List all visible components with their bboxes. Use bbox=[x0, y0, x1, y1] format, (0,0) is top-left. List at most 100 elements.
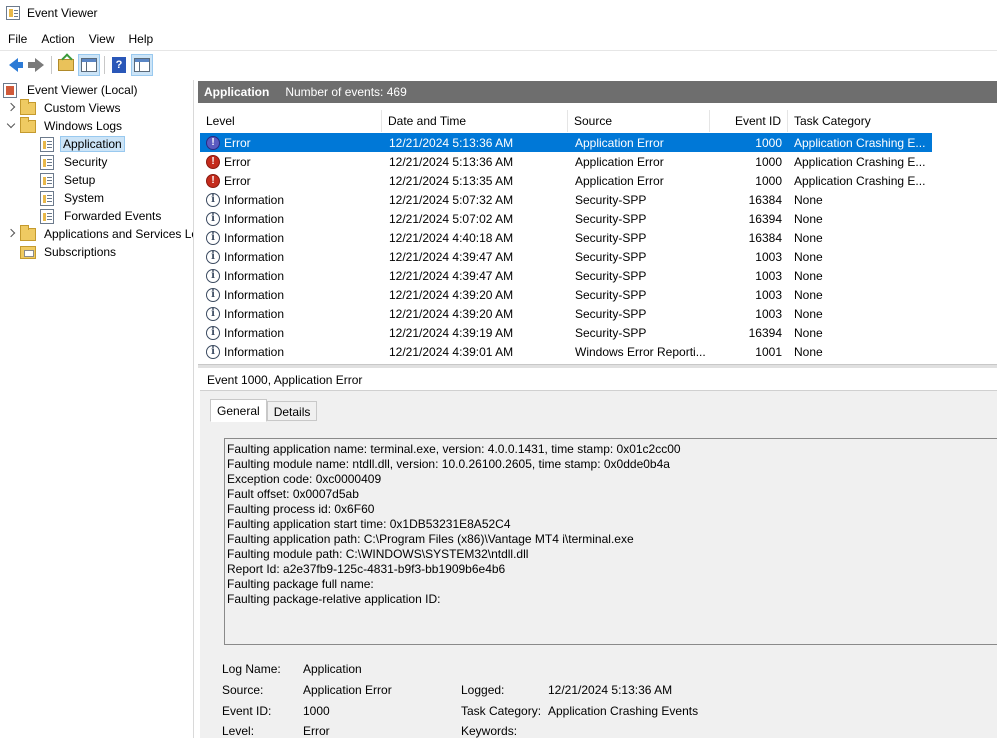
pane-splitter[interactable] bbox=[198, 364, 997, 368]
cell-source: Security-SPP bbox=[575, 306, 647, 321]
event-viewer-icon bbox=[3, 82, 17, 98]
help-button[interactable]: ? bbox=[108, 54, 130, 76]
tree-item-label: Custom Views bbox=[44, 101, 121, 115]
tree-item-security[interactable]: Security bbox=[40, 153, 111, 171]
menu-help[interactable]: Help bbox=[123, 32, 160, 46]
tree-item-application[interactable]: Application bbox=[40, 135, 125, 153]
expand-chevron-icon[interactable] bbox=[6, 229, 16, 239]
menu-view[interactable]: View bbox=[83, 32, 121, 46]
column-header-source[interactable]: Source bbox=[568, 110, 710, 132]
cell-level: i Information bbox=[206, 190, 382, 209]
information-icon: i bbox=[206, 287, 220, 302]
collapse-chevron-icon[interactable] bbox=[6, 121, 16, 131]
log-icon bbox=[40, 136, 54, 152]
expand-chevron-icon[interactable] bbox=[6, 103, 16, 113]
back-button[interactable] bbox=[2, 54, 24, 76]
description-line: Report Id: a2e37fb9-125c-4831-b9f3-bb190… bbox=[227, 562, 506, 576]
table-row[interactable]: i Information 12/21/2024 4:39:47 AM Securit… bbox=[200, 247, 932, 266]
column-header-date-time[interactable]: Date and Time bbox=[382, 110, 568, 132]
column-header-level[interactable]: Level bbox=[200, 110, 382, 132]
tree-item-root[interactable]: Event Viewer (Local) bbox=[3, 81, 142, 99]
cell-source: Security-SPP bbox=[575, 249, 647, 264]
event-detail-pane: Event 1000, Application Error General De… bbox=[200, 369, 997, 738]
subscriptions-icon bbox=[20, 245, 36, 259]
error-icon: ! bbox=[206, 154, 220, 169]
cell-task-category: None bbox=[794, 249, 823, 264]
information-icon: i bbox=[206, 325, 220, 340]
tree-item-subscriptions[interactable]: Subscriptions bbox=[20, 243, 120, 261]
toolbar: ? bbox=[0, 50, 997, 78]
show-hide-console-tree-button[interactable] bbox=[78, 53, 100, 76]
level-text: Information bbox=[224, 249, 285, 264]
level-value: Error bbox=[303, 724, 330, 738]
cell-date-time: 12/21/2024 4:39:20 AM bbox=[389, 306, 514, 321]
cell-level: i Information bbox=[206, 304, 382, 323]
cell-task-category: None bbox=[794, 211, 823, 226]
tab-general[interactable]: General bbox=[210, 399, 267, 422]
table-row[interactable]: i Information 12/21/2024 5:07:02 AM Securit… bbox=[200, 209, 932, 228]
table-row[interactable]: i Information 12/21/2024 4:39:20 AM Securit… bbox=[200, 304, 932, 323]
cell-event-id: 1003 bbox=[755, 306, 782, 321]
menu-bar: File Action View Help bbox=[0, 28, 161, 50]
tree-item-system[interactable]: System bbox=[40, 189, 108, 207]
table-row[interactable]: i Information 12/21/2024 4:40:18 AM Securit… bbox=[200, 228, 932, 247]
cell-task-category: Application Crashing E... bbox=[794, 173, 926, 188]
detail-tabs: General Details bbox=[210, 399, 318, 422]
cell-event-id: 16394 bbox=[748, 211, 782, 226]
level-text: Error bbox=[224, 135, 251, 150]
information-icon: i bbox=[206, 344, 220, 359]
cell-level: ! Error bbox=[206, 152, 382, 171]
cell-date-time: 12/21/2024 4:39:01 AM bbox=[389, 344, 514, 359]
log-name-value: Application bbox=[303, 662, 362, 676]
cell-source: Security-SPP bbox=[575, 287, 647, 302]
table-row[interactable]: i Information 12/21/2024 4:39:19 AM Securit… bbox=[200, 323, 932, 342]
cell-source: Security-SPP bbox=[575, 325, 647, 340]
forward-button[interactable] bbox=[25, 54, 47, 76]
column-header-task-category[interactable]: Task Category bbox=[788, 110, 932, 132]
up-one-level-button[interactable] bbox=[55, 54, 77, 76]
cell-event-id: 1003 bbox=[755, 268, 782, 283]
show-hide-action-pane-button[interactable] bbox=[131, 53, 153, 76]
cell-level: i Information bbox=[206, 228, 382, 247]
menu-action[interactable]: Action bbox=[35, 32, 80, 46]
information-icon: i bbox=[206, 211, 220, 226]
table-header: Level Date and Time Source Event ID Task… bbox=[200, 110, 997, 132]
table-row[interactable]: ! Error 12/21/2024 5:13:36 AM Application E… bbox=[200, 133, 932, 152]
cell-source: Security-SPP bbox=[575, 211, 647, 226]
menu-file[interactable]: File bbox=[2, 32, 33, 46]
description-line: Faulting package full name: bbox=[227, 577, 374, 591]
tree-item-setup[interactable]: Setup bbox=[40, 171, 99, 189]
logged-value: 12/21/2024 5:13:36 AM bbox=[548, 683, 673, 697]
tree-item-forwarded-events[interactable]: Forwarded Events bbox=[40, 207, 165, 225]
information-icon: i bbox=[206, 192, 220, 207]
table-row[interactable]: ! Error 12/21/2024 5:13:35 AM Application E… bbox=[200, 171, 932, 190]
level-text: Information bbox=[224, 344, 285, 359]
show-hide-action-pane-icon bbox=[134, 57, 150, 72]
cell-event-id: 16384 bbox=[748, 230, 782, 245]
event-description[interactable]: Faulting application name: terminal.exe,… bbox=[224, 438, 997, 645]
cell-level: i Information bbox=[206, 285, 382, 304]
toolbar-separator bbox=[104, 55, 105, 74]
table-row[interactable]: i Information 12/21/2024 4:39:01 AM Windows… bbox=[200, 342, 932, 361]
cell-task-category: None bbox=[794, 192, 823, 207]
cell-date-time: 12/21/2024 5:13:36 AM bbox=[389, 135, 514, 150]
event-id-value: 1000 bbox=[303, 704, 330, 718]
event-detail-title: Event 1000, Application Error bbox=[200, 369, 997, 391]
logged-label: Logged: bbox=[461, 683, 505, 697]
table-row[interactable]: i Information 12/21/2024 4:39:20 AM Securit… bbox=[200, 285, 932, 304]
tree-item-custom-views[interactable]: Custom Views bbox=[6, 98, 124, 117]
keywords-label: Keywords: bbox=[461, 724, 518, 738]
show-hide-console-tree-icon bbox=[81, 57, 97, 72]
cell-event-id: 16394 bbox=[748, 325, 782, 340]
cell-task-category: None bbox=[794, 325, 823, 340]
table-row[interactable]: ! Error 12/21/2024 5:13:36 AM Application E… bbox=[200, 152, 932, 171]
tree-item-windows-logs[interactable]: Windows Logs bbox=[6, 116, 126, 135]
column-header-event-id[interactable]: Event ID bbox=[710, 110, 788, 132]
cell-task-category: None bbox=[794, 344, 823, 359]
tree-item-applications-and-services[interactable]: Applications and Services Lo bbox=[6, 224, 193, 243]
table-row[interactable]: i Information 12/21/2024 4:39:47 AM Securit… bbox=[200, 266, 932, 285]
table-row[interactable]: i Information 12/21/2024 5:07:32 AM Securit… bbox=[200, 190, 932, 209]
tab-details[interactable]: Details bbox=[266, 401, 318, 421]
tree-item-label: Application bbox=[60, 136, 125, 152]
cell-source: Security-SPP bbox=[575, 192, 647, 207]
